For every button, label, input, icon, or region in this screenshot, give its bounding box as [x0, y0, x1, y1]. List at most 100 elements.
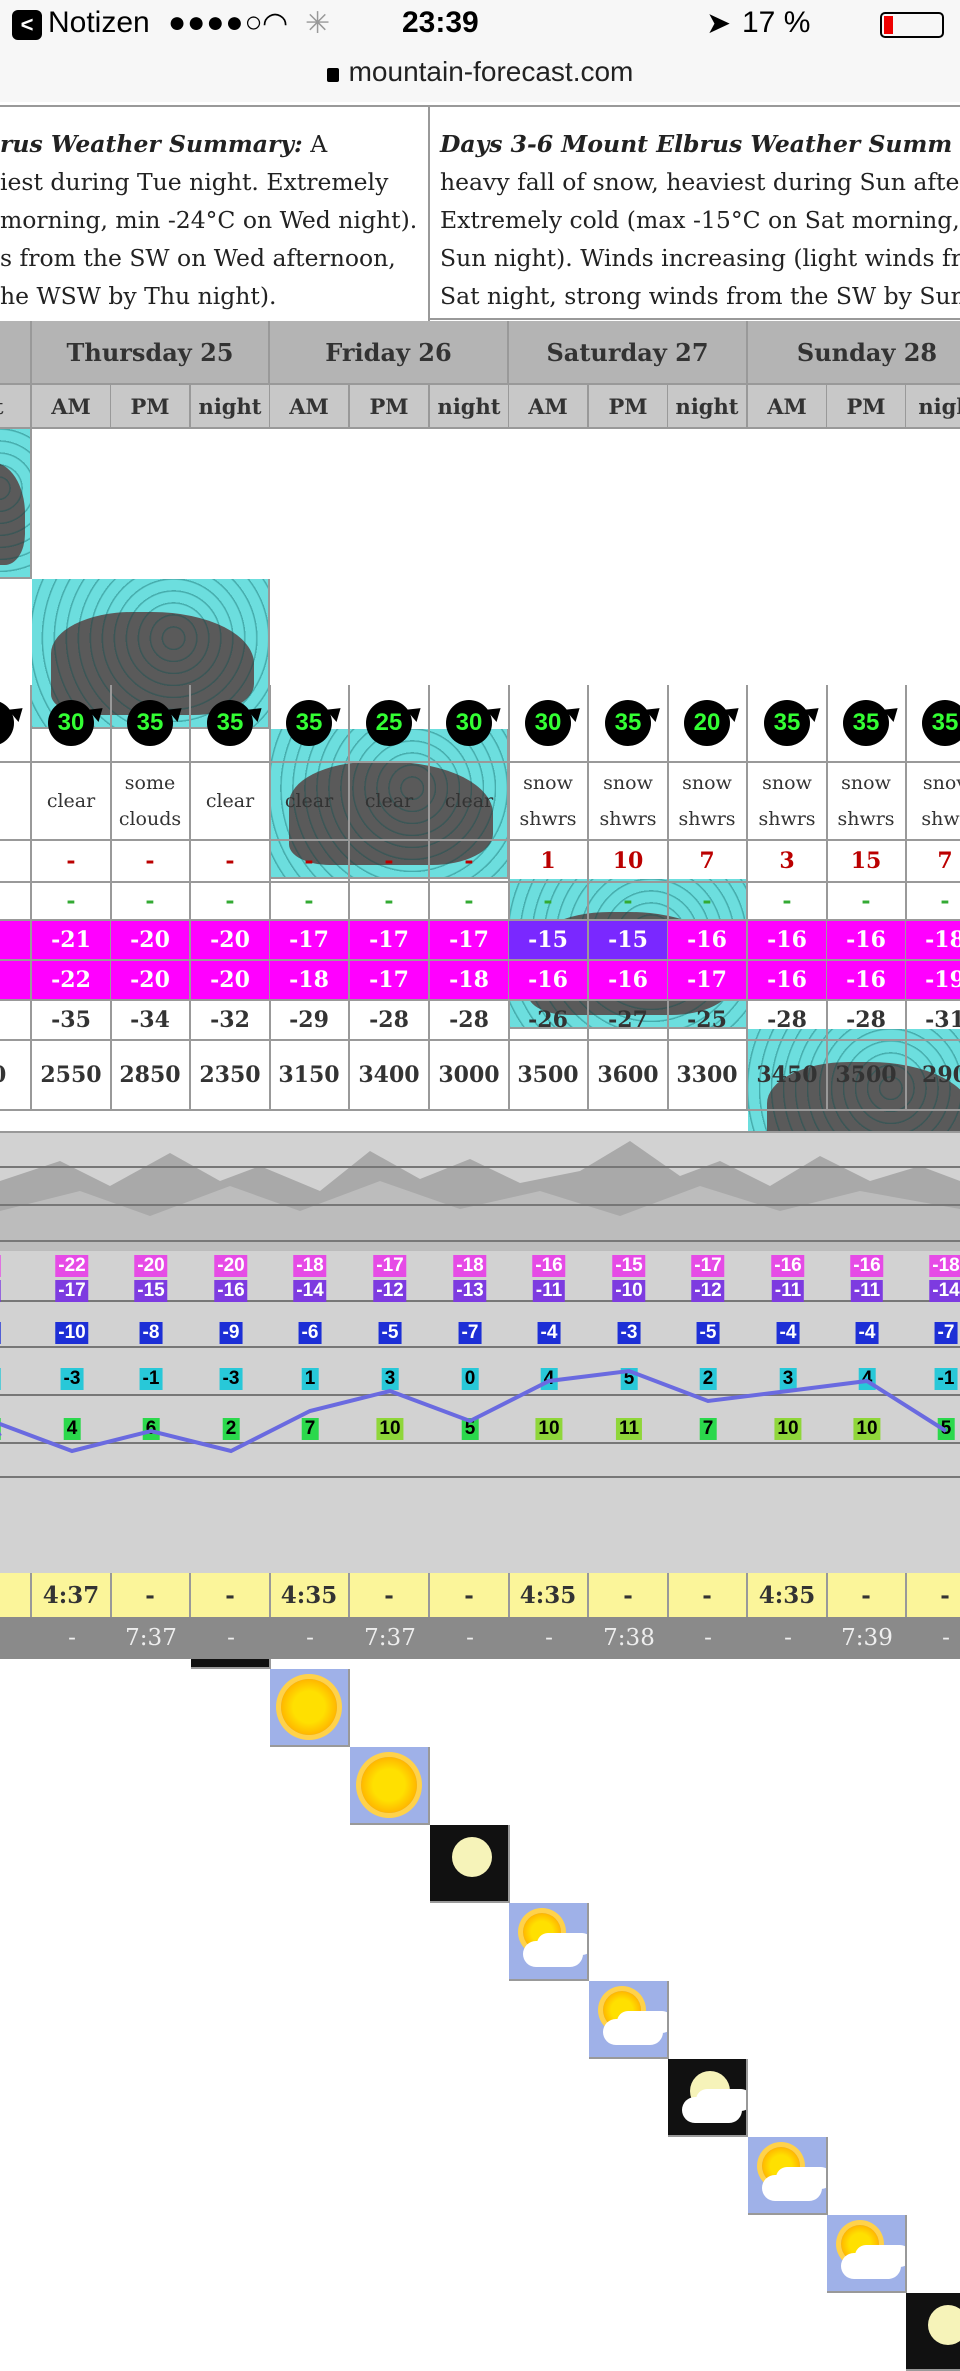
back-arrow-icon[interactable]: <	[12, 10, 42, 40]
freezing-level: 3600	[589, 1041, 669, 1111]
day-header: Thursday 25	[32, 321, 270, 385]
wind-speed-icon: 25	[366, 700, 412, 746]
wind-cell: 35	[906, 685, 960, 763]
wind-cell: 35	[111, 685, 191, 763]
wind-chill: 0	[0, 1001, 32, 1041]
summary-days-3-6: Days 3-6 Mount Elbrus Weather Summ heavy…	[430, 105, 960, 320]
weather-phrase: wrs	[0, 763, 32, 841]
sunrise-time: -	[350, 1573, 430, 1617]
sunrise-time: 4:35	[270, 1573, 350, 1617]
rain-mm: -	[589, 883, 669, 921]
weather-phrase: clear	[350, 763, 430, 841]
min-temp: -18	[430, 961, 510, 1001]
wind-speed-icon: 35	[286, 700, 332, 746]
sunset-time	[0, 1617, 32, 1659]
signal-icon: ●●●●○	[168, 6, 264, 40]
sunset-time: -	[906, 1617, 960, 1659]
summary-line: Extremely cold (max -15°C on Sat morning…	[440, 201, 960, 239]
wind-speed-icon: 35	[764, 700, 810, 746]
period-header: PM	[350, 385, 430, 429]
sunrise-time: -	[191, 1573, 271, 1617]
sunset-time: -	[430, 1617, 510, 1659]
location-arrow-icon: ➤	[706, 6, 731, 41]
wind-speed-icon: 35	[843, 700, 889, 746]
lock-icon	[327, 68, 339, 82]
sunrise-time: 4:37	[32, 1573, 112, 1617]
rain-mm: -	[668, 883, 748, 921]
period-header: AM	[509, 385, 589, 429]
phrase-line: snow	[523, 765, 573, 801]
min-temp: -18	[270, 961, 350, 1001]
address-bar[interactable]: mountain-forecast.com	[0, 52, 960, 102]
sunrise-time: -	[906, 1573, 960, 1617]
phrase-line: shwrs	[837, 801, 894, 837]
sunset-time: -	[191, 1617, 271, 1659]
snow-weather-icon: * *	[748, 2137, 828, 2215]
min-temp: -16	[589, 961, 669, 1001]
back-app-label[interactable]: Notizen	[48, 6, 150, 40]
wind-cell: 35	[589, 685, 669, 763]
moon-weather-icon	[906, 2293, 960, 2371]
freezing-level: 3500	[509, 1041, 589, 1111]
weather-phrase: clear	[32, 763, 112, 841]
period-header: AM	[270, 385, 350, 429]
wind-speed-icon: 30	[446, 700, 492, 746]
day-header: Saturday 27	[509, 321, 748, 385]
phrase-line: snov	[923, 765, 960, 801]
summary-title: rus Weather Summary:	[0, 130, 303, 158]
sunrise-row: 4:37--4:35--4:35--4:35--	[0, 1573, 960, 1617]
sun-weather-icon	[270, 1669, 350, 1747]
wind-cell: 30	[32, 685, 112, 763]
rain-mm: -	[270, 883, 350, 921]
max-temp: -16	[827, 921, 907, 961]
snow-weather-icon: * *	[509, 1903, 589, 1981]
weather-phrase: snowshwrs	[827, 763, 907, 841]
max-temp: -17	[430, 921, 510, 961]
rain-mm: -	[906, 883, 960, 921]
min-temp: 4	[0, 961, 32, 1001]
freezing-level: 290	[906, 1041, 960, 1111]
min-temp: -16	[827, 961, 907, 1001]
sunrise-time	[0, 1573, 32, 1617]
sunset-time: -	[748, 1617, 828, 1659]
freezing-level: 3500	[827, 1041, 907, 1111]
min-temp: -19	[906, 961, 960, 1001]
weather-phrase: someclouds	[111, 763, 191, 841]
phrase-line: snow	[841, 765, 891, 801]
max-temp: -20	[111, 921, 191, 961]
weather-phrase: snovshwr	[906, 763, 960, 841]
snow-cm: 15	[827, 841, 907, 883]
day-header: Friday 26	[270, 321, 509, 385]
wind-chill: -28	[827, 1001, 907, 1041]
wind-speed-icon: 35	[922, 700, 960, 746]
wind-speed-icon: 35	[127, 700, 173, 746]
freezing-level: 00	[0, 1041, 32, 1111]
clock: 23:39	[402, 6, 479, 40]
freezing-level: 2350	[191, 1041, 271, 1111]
temperature-line	[0, 1131, 960, 1571]
sunset-time: -	[270, 1617, 350, 1659]
phrase-line: clear	[365, 783, 413, 819]
wind-chill: -28	[748, 1001, 828, 1041]
wind-cell: 35	[827, 685, 907, 763]
wind-cell: 20	[668, 685, 748, 763]
freezing-level: 3150	[270, 1041, 350, 1111]
sunset-time: -	[32, 1617, 112, 1659]
wind-speed-icon: 35	[605, 700, 651, 746]
snow-weather-icon: * *	[827, 2215, 907, 2293]
phrase-line: shwrs	[599, 801, 656, 837]
phrase-line: snow	[603, 765, 653, 801]
max-temp: -17	[270, 921, 350, 961]
phrase-line: shwrs	[758, 801, 815, 837]
weather-phrase: snowshwrs	[509, 763, 589, 841]
wind-speed-icon: 30	[48, 700, 94, 746]
snow-cm: 7	[906, 841, 960, 883]
rain-mm: -	[748, 883, 828, 921]
max-temp: -17	[350, 921, 430, 961]
period-header: PM	[827, 385, 907, 429]
wind-speed-icon: 30	[525, 700, 571, 746]
phrase-line: clouds	[119, 801, 181, 837]
wind-cell: 35	[191, 685, 271, 763]
sunrise-time: -	[668, 1573, 748, 1617]
min-temp: -17	[668, 961, 748, 1001]
